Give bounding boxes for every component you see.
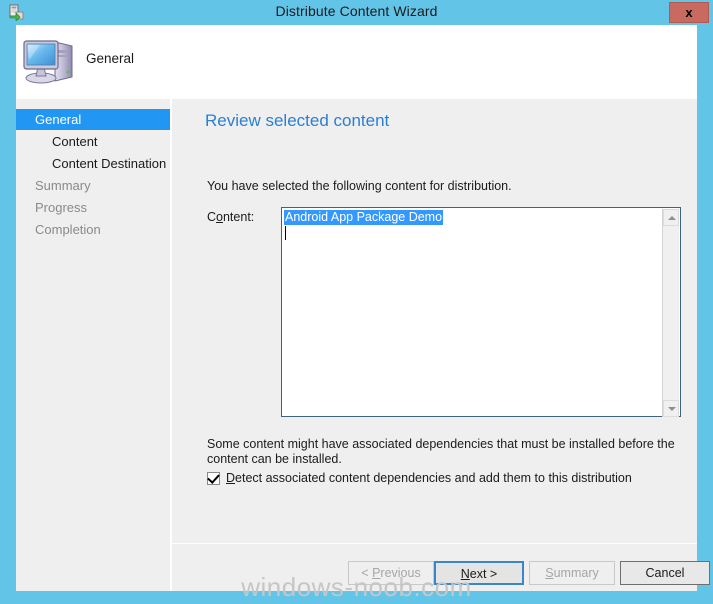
chevron-up-icon [668, 216, 676, 220]
previous-button[interactable]: < Previous [348, 561, 434, 585]
checkbox-label-post: etect associated content dependencies an… [235, 471, 632, 485]
list-item[interactable]: Android App Package Demo [284, 210, 444, 225]
next-post: ext > [469, 567, 498, 581]
sidebar-item-completion[interactable]: Completion [16, 219, 170, 240]
summary-post: ummary [553, 566, 599, 580]
computer-icon [22, 33, 80, 89]
cancel-button[interactable]: Cancel [620, 561, 710, 585]
close-button[interactable]: x [669, 2, 709, 23]
sidebar-item-content[interactable]: Content [16, 131, 170, 152]
scroll-down-button[interactable] [663, 400, 679, 417]
next-button[interactable]: Next > [434, 561, 524, 585]
wizard-header: General [16, 25, 697, 99]
checkbox-label[interactable]: Detect associated content dependencies a… [226, 471, 632, 485]
content-listbox[interactable]: Android App Package Demo [281, 207, 681, 417]
scroll-up-button[interactable] [663, 209, 679, 226]
previous-post: revious [380, 566, 421, 580]
cancel-post: Cancel [645, 566, 685, 580]
checkmark-icon [207, 471, 220, 484]
wizard-sidebar: General Content Content Destination Summ… [16, 99, 170, 591]
content-label-accel: o [216, 210, 223, 224]
wizard-window: Distribute Content Wizard x General Gene… [0, 0, 713, 604]
summary-button[interactable]: Summary [529, 561, 615, 585]
content-field-label: Content: [207, 210, 254, 224]
sidebar-item-summary[interactable]: Summary [16, 175, 170, 196]
wizard-body: General Content Content Destination Summ… [16, 99, 710, 591]
wizard-main-panel: Review selected content You have selecte… [172, 99, 697, 591]
intro-text: You have selected the following content … [207, 179, 512, 193]
sidebar-item-progress[interactable]: Progress [16, 197, 170, 218]
previous-pre: < [361, 566, 373, 580]
sidebar-item-content-destination[interactable]: Content Destination [16, 153, 170, 174]
sidebar-item-general[interactable]: General [16, 109, 170, 130]
checkbox-box[interactable] [207, 471, 220, 485]
summary-accel: S [545, 566, 554, 580]
dependency-note: Some content might have associated depen… [207, 437, 675, 466]
checkbox-label-accel: D [226, 471, 236, 485]
header-step-label: General [86, 51, 135, 66]
page-title: Review selected content [205, 111, 390, 130]
wizard-footer: < Previous Next > Summary Cancel [172, 544, 710, 591]
chevron-down-icon [668, 407, 676, 411]
next-accel: N [460, 567, 470, 581]
text-caret [285, 226, 286, 240]
window-title: Distribute Content Wizard [275, 3, 438, 19]
titlebar: Distribute Content Wizard x [0, 0, 713, 25]
listbox-scrollbar[interactable] [662, 209, 679, 417]
content-label-post: ntent: [222, 210, 255, 224]
content-label-pre: C [207, 210, 217, 224]
